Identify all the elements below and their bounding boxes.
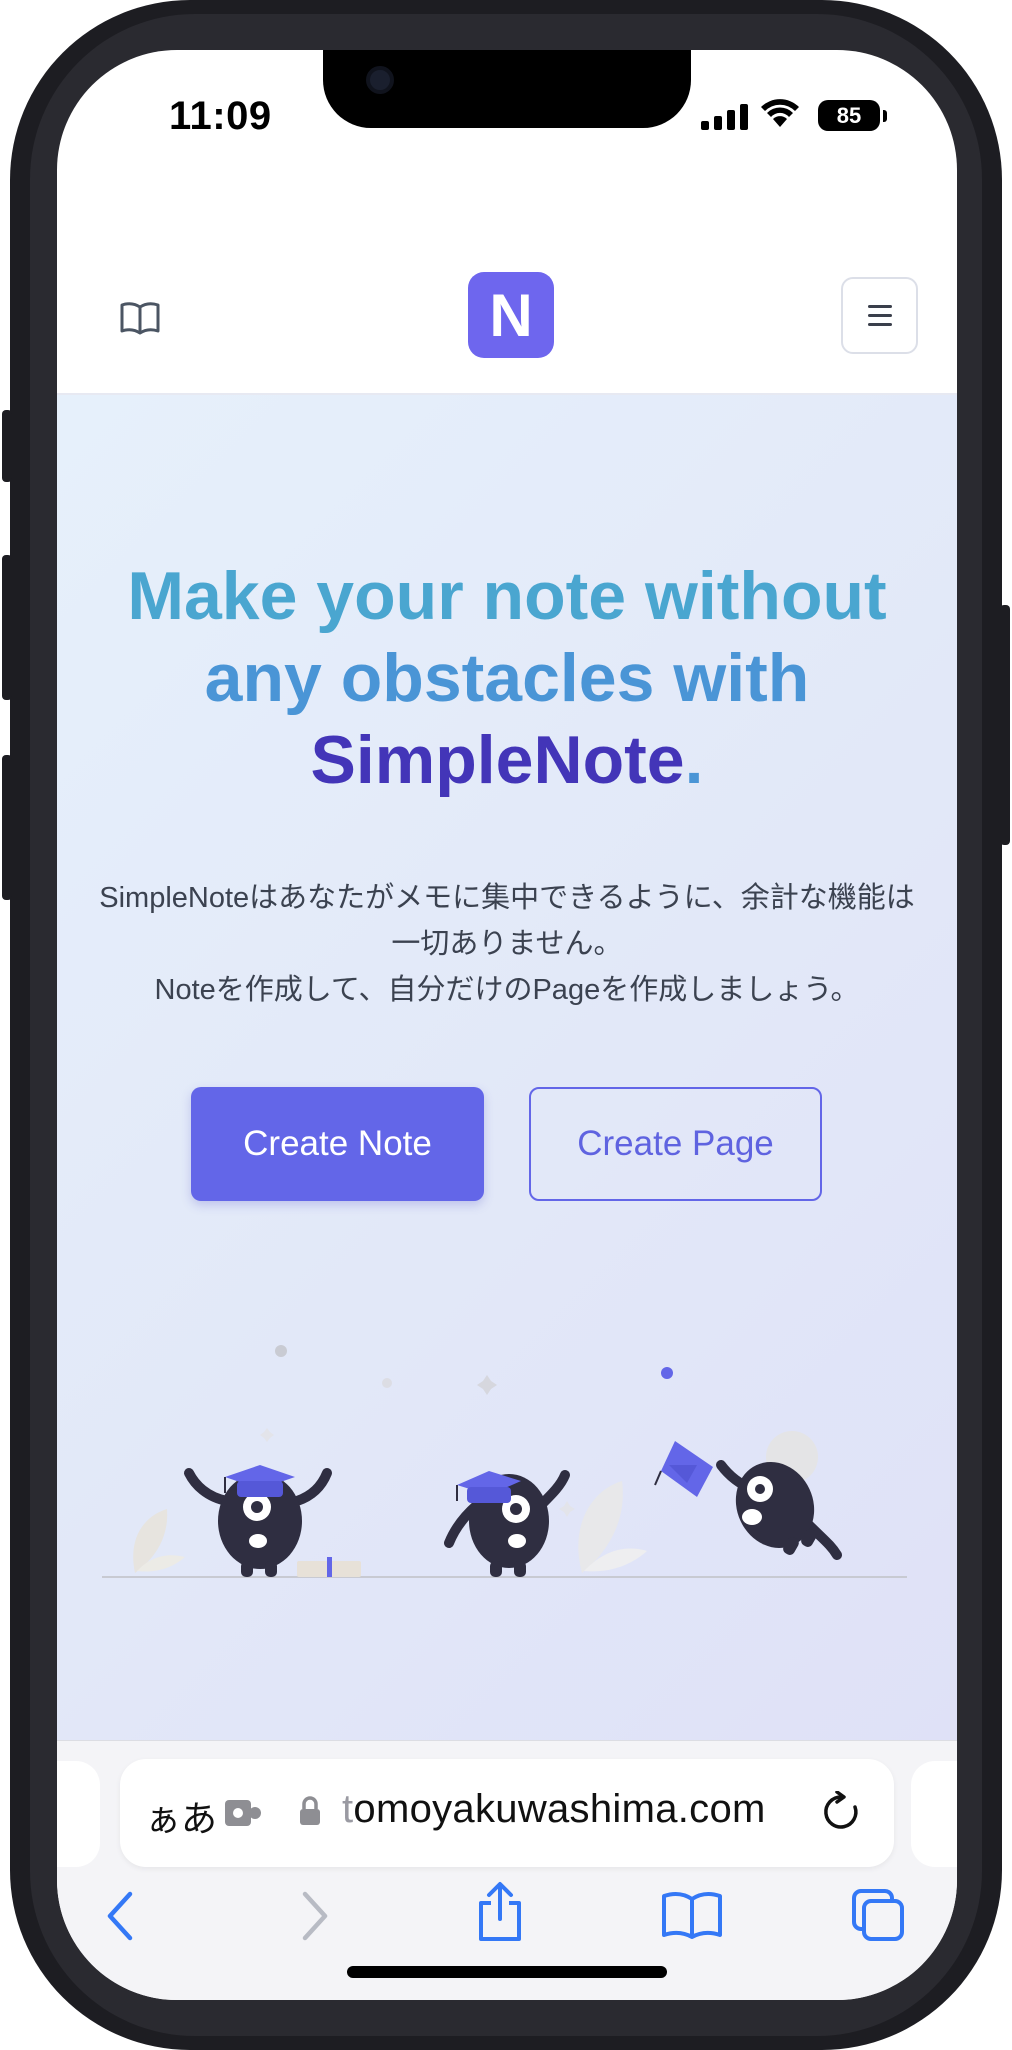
- headline-line-3: SimpleNote.: [311, 722, 704, 798]
- book-icon[interactable]: [112, 290, 168, 346]
- site-header: N: [57, 175, 957, 395]
- hero-section: Make your note without any obstacles wit…: [57, 395, 957, 1740]
- bookmarks-icon[interactable]: [661, 1891, 723, 1939]
- logo[interactable]: N: [468, 272, 554, 358]
- create-note-button[interactable]: Create Note: [191, 1087, 484, 1201]
- graduation-illustration: [102, 1345, 907, 1578]
- url-first-char: t: [342, 1787, 354, 1831]
- status-time: 11:09: [169, 94, 272, 138]
- home-indicator[interactable]: [347, 1966, 667, 1978]
- create-page-button[interactable]: Create Page: [529, 1087, 822, 1201]
- hero-description: SimpleNoteはあなたがメモに集中できるように、余計な機能は一切ありません…: [97, 875, 917, 1013]
- lock-icon: [300, 1796, 320, 1825]
- wifi-icon: [761, 99, 799, 127]
- volume-down-button: [2, 755, 12, 900]
- hero-description-line-1: SimpleNoteはあなたがメモに集中できるように、余計な機能は一切ありません…: [99, 882, 915, 960]
- extension-icon[interactable]: [223, 1796, 265, 1830]
- volume-up-button: [2, 555, 12, 700]
- front-camera: [366, 66, 394, 94]
- url-domain: omoyakuwashima.com: [353, 1787, 766, 1831]
- headline-line-2: any obstacles with: [204, 640, 810, 716]
- headline-brand: SimpleNote: [310, 722, 685, 798]
- battery-indicator: 85: [818, 100, 880, 131]
- share-icon[interactable]: [475, 1881, 525, 1943]
- tabs-icon[interactable]: [850, 1887, 906, 1943]
- character-3: [716, 1431, 842, 1560]
- url-text[interactable]: tomoyakuwashima.com: [342, 1787, 766, 1832]
- headline-line-1: Make your note without: [127, 558, 887, 634]
- back-icon[interactable]: [105, 1891, 135, 1941]
- battery-tip: [883, 110, 887, 122]
- next-tab-preview[interactable]: [911, 1761, 957, 1867]
- hero-description-line-2: Noteを作成して、自分だけのPageを作成しましょう。: [154, 974, 860, 1006]
- cellular-signal-icon: [701, 104, 748, 130]
- hamburger-menu-icon[interactable]: [841, 277, 918, 354]
- reload-icon[interactable]: [820, 1791, 862, 1833]
- character-2: [444, 1470, 570, 1577]
- character-1: [184, 1465, 332, 1577]
- headline-dot: .: [684, 722, 704, 798]
- browser-chrome: ぁあ tomoyakuwashima.com: [57, 1740, 957, 2000]
- action-button: [2, 410, 12, 482]
- power-button: [1000, 605, 1010, 845]
- page-settings-button[interactable]: ぁあ: [145, 1790, 217, 1842]
- screen: 11:09 85 N Make your note without any ob…: [57, 50, 957, 2000]
- forward-icon[interactable]: [300, 1891, 330, 1941]
- hero-headline: Make your note without any obstacles wit…: [87, 555, 927, 801]
- previous-tab-preview[interactable]: [57, 1761, 100, 1867]
- address-bar[interactable]: ぁあ tomoyakuwashima.com: [120, 1759, 894, 1867]
